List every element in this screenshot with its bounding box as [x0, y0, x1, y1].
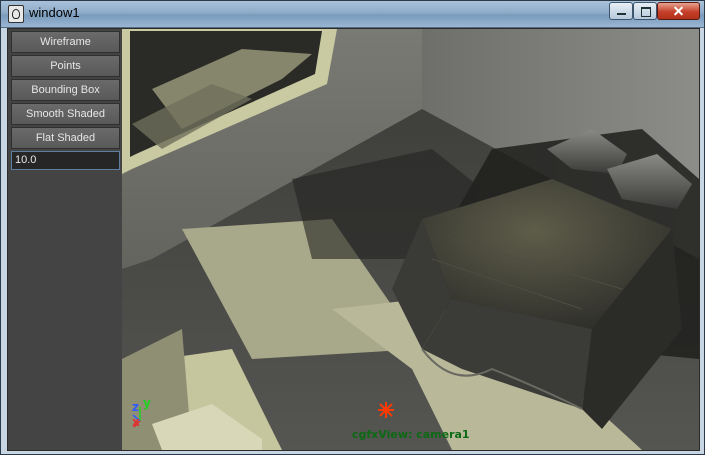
points-button[interactable]: Points	[11, 55, 120, 77]
pivot-marker-icon	[378, 402, 394, 418]
smooth-shaded-button[interactable]: Smooth Shaded	[11, 103, 120, 125]
wireframe-button[interactable]: Wireframe	[11, 31, 120, 53]
value-input[interactable]: 10.0	[11, 151, 120, 170]
scene-render	[122, 29, 699, 450]
client-area: Wireframe Points Bounding Box Smooth Sha…	[7, 28, 700, 451]
axis-z-label: z	[132, 400, 139, 414]
minimize-button[interactable]	[609, 2, 633, 20]
3d-viewport[interactable]: y z x cgfxView: camera1	[122, 29, 699, 450]
app-window: window1 Wireframe Points Bounding Box Sm…	[0, 0, 705, 455]
axis-x-label: x	[132, 415, 140, 429]
close-button[interactable]	[657, 2, 700, 20]
window-title: window1	[29, 5, 80, 20]
axis-y-label: y	[143, 396, 151, 410]
bounding-box-button[interactable]: Bounding Box	[11, 79, 120, 101]
title-bar[interactable]: window1	[1, 1, 704, 28]
camera-label: cgfxView: camera1	[352, 428, 470, 441]
maximize-button[interactable]	[633, 2, 657, 20]
app-icon[interactable]	[8, 5, 24, 23]
shading-panel: Wireframe Points Bounding Box Smooth Sha…	[8, 29, 122, 450]
flat-shaded-button[interactable]: Flat Shaded	[11, 127, 120, 149]
